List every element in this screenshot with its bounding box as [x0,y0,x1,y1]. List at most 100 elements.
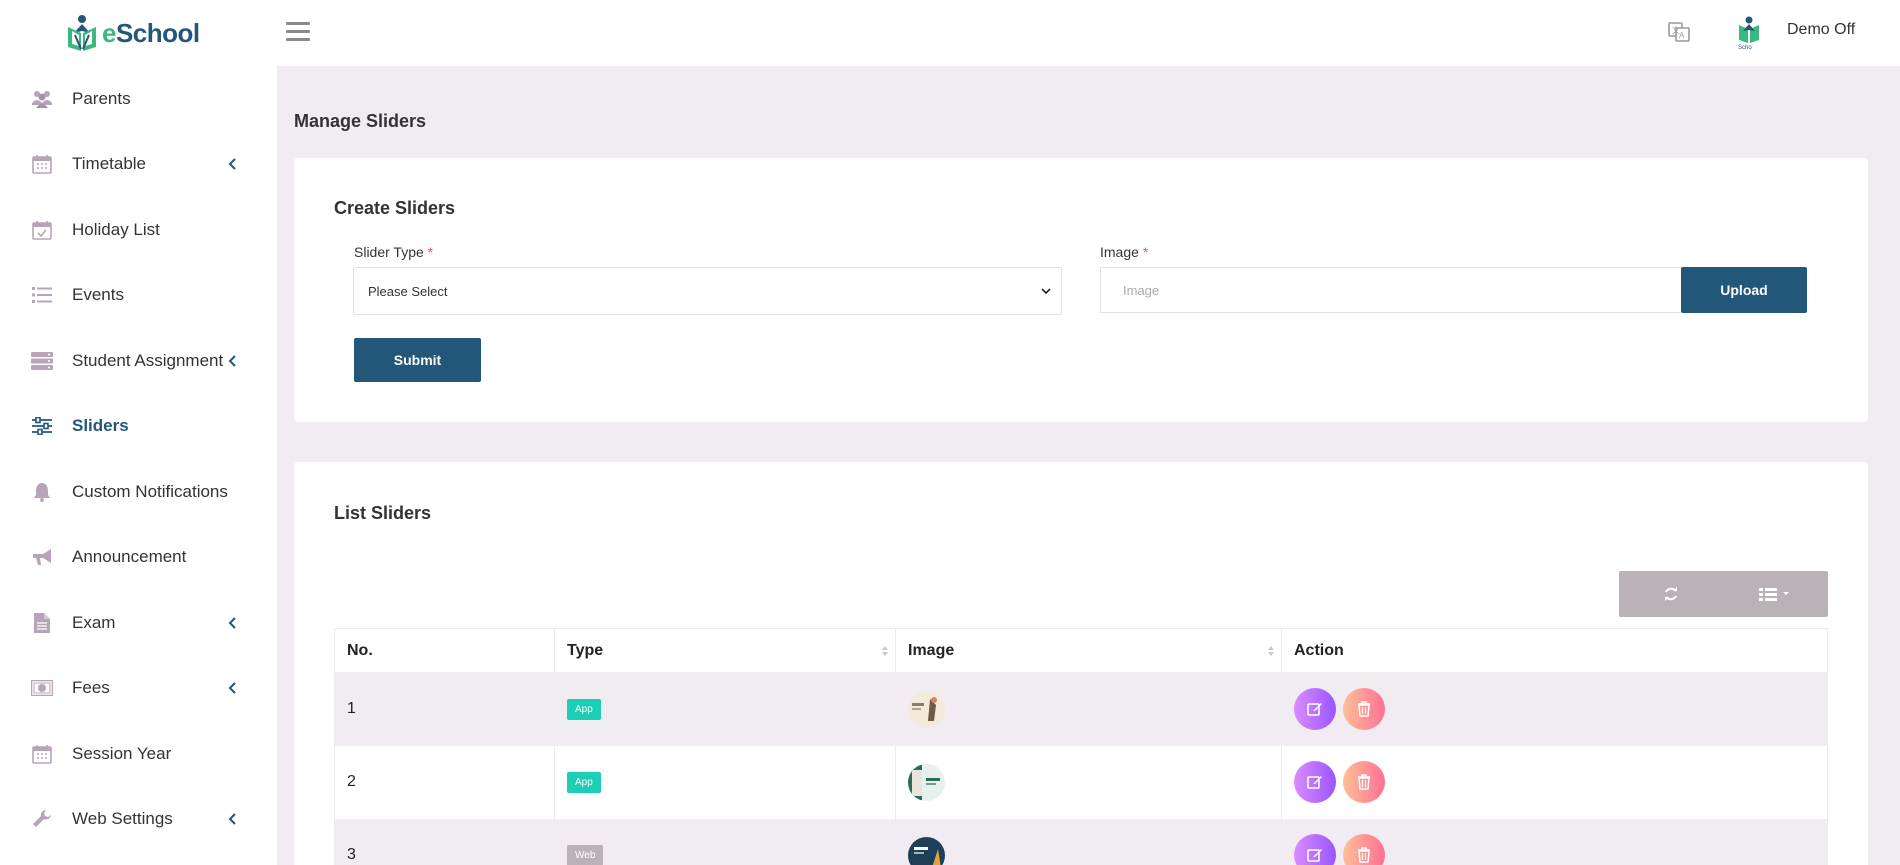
upload-button[interactable]: Upload [1681,267,1807,313]
sidebar-item-student-assignment[interactable]: Student Assignment [0,328,277,394]
sidebar-item-web-settings[interactable]: Web Settings [0,787,277,853]
edit-button[interactable] [1294,688,1336,731]
list-sliders-title: List Sliders [334,503,432,523]
row-image-cell [895,818,1282,865]
delete-button[interactable] [1343,761,1385,803]
calendar-check-icon [30,218,54,242]
row-action-cell [1281,745,1828,819]
refresh-button[interactable] [1619,571,1724,617]
create-sliders-title: Create Sliders [334,198,456,218]
type-badge: App [567,771,601,793]
chevron-left-icon [228,813,236,825]
column-header-no: No. [334,628,555,673]
column-header-action: Action [1281,628,1828,673]
chevron-left-icon [228,158,236,170]
sidebar-item-custom-notifications[interactable]: Custom Notifications [0,459,277,525]
row-number: 2 [334,745,555,819]
sidebar-item-label: Exam [72,612,116,632]
brand[interactable]: eSchool [0,0,277,66]
list-sliders-card: List Sliders No. Type Image Action 1 App… [294,462,1868,865]
image-field[interactable]: Image [1100,267,1681,313]
chevron-left-icon [228,617,236,629]
edit-button[interactable] [1294,834,1336,865]
sidebar-item-label: Holiday List [72,219,160,239]
slider-image-thumbnail[interactable] [908,763,945,801]
sidebar-item-exam[interactable]: Exam [0,590,277,656]
delete-button[interactable] [1343,688,1385,731]
money-icon [30,676,54,700]
sidebar-item-label: Sliders [72,416,129,436]
delete-button[interactable] [1343,834,1385,865]
sidebar-item-announcement[interactable]: Announcement [0,525,277,591]
sidebar-item-label: Student Assignment [72,350,224,370]
translate-icon[interactable]: 文 A [1668,21,1690,43]
table-row: 1 App [334,672,1828,746]
sidebar-item-label: Custom Notifications [72,481,228,501]
sort-icon [1268,646,1274,656]
file-icon [30,611,54,635]
sort-icon [882,646,888,656]
table-row: 3 Web [334,818,1828,865]
page-title: Manage Sliders [294,111,427,131]
trash-icon [1358,774,1370,790]
sidebar-item-events[interactable]: Events [0,263,277,329]
sidebar-item-holiday-list[interactable]: Holiday List [0,197,277,263]
type-badge: App [567,698,601,720]
svg-text:A: A [1679,31,1685,40]
chevron-left-icon [228,355,236,367]
sidebar-nav: Parents Timetable Holiday List Events Studen… [0,66,277,852]
slider-type-label: Slider Type * [354,244,434,260]
sliders-table: No. Type Image Action 1 App 2 App 3 Web [334,628,1828,865]
bullhorn-icon [30,545,54,569]
sidebar-item-session-year[interactable]: Session Year [0,721,277,787]
chevron-down-icon [1041,288,1051,295]
hamburger-icon[interactable] [286,22,310,42]
sidebar-item-fees[interactable]: Fees [0,656,277,722]
sidebar-item-label: Timetable [72,154,147,174]
sidebar-item-label: Announcement [72,547,187,567]
server-icon [30,349,54,373]
users-icon [30,87,54,111]
edit-button[interactable] [1294,761,1336,803]
trash-icon [1358,847,1370,863]
row-type-cell: Web [554,818,896,865]
edit-icon [1307,776,1322,789]
sidebar-item-sliders[interactable]: Sliders [0,394,277,460]
columns-toggle-button[interactable] [1724,571,1829,617]
sidebar-item-label: Fees [72,678,110,698]
table-row: 2 App [334,745,1828,819]
bell-icon [30,480,54,504]
calendar-icon [30,152,54,176]
row-number: 3 [334,818,555,865]
column-header-type[interactable]: Type [554,628,896,673]
slider-image-thumbnail[interactable] [908,690,945,728]
slider-image-thumbnail[interactable] [908,836,945,865]
eschool-logo-icon [68,15,96,51]
chevron-left-icon [228,682,236,694]
refresh-icon [1665,587,1678,601]
avatar[interactable]: Scho [1735,14,1763,50]
topbar: 文 A Scho Demo Off [277,0,1900,66]
table-header-row: No. Type Image Action [334,628,1828,673]
column-header-image[interactable]: Image [895,628,1282,673]
brand-name: eSchool [102,17,200,48]
row-type-cell: App [554,745,896,819]
user-name[interactable]: Demo Off [1787,21,1855,39]
row-action-cell [1281,818,1828,865]
row-image-cell [895,672,1282,746]
edit-icon [1307,703,1322,717]
sidebar-item-timetable[interactable]: Timetable [0,132,277,198]
row-type-cell: App [554,672,896,746]
row-image-cell [895,745,1282,819]
calendar-icon [30,742,54,766]
submit-button[interactable]: Submit [354,338,481,382]
table-toolbar [1619,571,1828,617]
image-label: Image * [1100,244,1149,260]
list-columns-icon [1758,588,1789,601]
trash-icon [1358,701,1370,717]
row-number: 1 [334,672,555,746]
wrench-icon [30,807,54,831]
create-sliders-card: Create Sliders Slider Type * Please Sele… [294,158,1868,422]
sidebar-item-parents[interactable]: Parents [0,66,277,132]
slider-type-select[interactable]: Please Select [353,267,1062,315]
